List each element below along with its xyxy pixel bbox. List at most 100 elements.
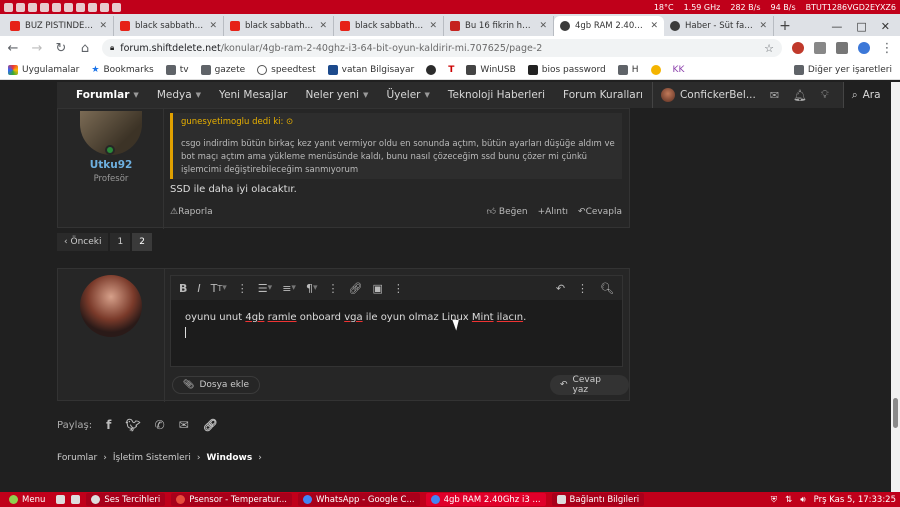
bookmark-item[interactable]: speedtest (257, 64, 316, 75)
panel-text-applet[interactable]: BTUT1286VGD2EYXZ6 (806, 3, 896, 12)
panel-launcher-icon[interactable] (4, 2, 13, 12)
bookmark-item[interactable]: KK (673, 65, 685, 75)
breadcrumb-item[interactable]: Forumlar (57, 453, 97, 463)
bookmark-item[interactable]: ★ Bookmarks (91, 65, 153, 75)
post-author[interactable]: Utku92 (58, 159, 164, 171)
terminal-icon[interactable] (71, 495, 81, 504)
scrollbar-thumb[interactable] (893, 398, 898, 428)
nav-neler-yeni[interactable]: Neler yeni ▼ (296, 82, 377, 108)
panel-launcher-icon[interactable] (28, 2, 37, 12)
browser-tab-active[interactable]: 4gb RAM 2.40Ghz ✕ (554, 16, 664, 36)
playlist-icon[interactable] (836, 42, 848, 54)
volume-icon[interactable]: 🔊︎ (800, 495, 805, 505)
report-button[interactable]: ⚠Raporla (170, 207, 213, 217)
breadcrumb-item[interactable]: İşletim Sistemleri (113, 453, 191, 463)
network-tray-icon[interactable]: ⇅ (785, 495, 792, 505)
close-window-icon[interactable]: ✕ (881, 20, 890, 33)
bell-icon[interactable]: 🔔︎ (793, 89, 807, 102)
minimize-icon[interactable]: — (831, 20, 842, 33)
bookmark-item[interactable] (650, 64, 661, 75)
profile-avatar[interactable] (858, 42, 870, 54)
browser-tab[interactable]: black sabbath lad ✕ (114, 16, 224, 36)
panel-launcher-icon[interactable] (64, 2, 73, 12)
image-icon[interactable]: ▣ (372, 282, 382, 295)
more-vertical-icon[interactable]: ⋮ (237, 282, 248, 295)
nav-forumlar[interactable]: Forumlar ▼ (67, 82, 148, 108)
new-tab-button[interactable]: + (774, 16, 796, 36)
breadcrumb-item[interactable]: Windows (206, 453, 252, 463)
browser-tab[interactable]: black sabbath the ✕ (334, 16, 444, 36)
lock-icon[interactable]: 🔒︎ (110, 43, 114, 53)
panel-launcher-icon[interactable] (52, 2, 61, 12)
inbox-icon[interactable]: ✉ (770, 89, 779, 102)
forward-icon[interactable]: → (30, 41, 44, 56)
bookmark-item[interactable]: T (448, 65, 454, 75)
search-button[interactable]: ⌕ Ara (842, 82, 881, 108)
paragraph-icon[interactable]: ¶ ▾ (306, 282, 318, 295)
net-up-applet[interactable]: 94 B/s (771, 3, 796, 12)
page-2-link[interactable]: 2 (132, 233, 152, 251)
panel-launcher-icon[interactable] (112, 2, 121, 12)
bookmark-item[interactable]: WinUSB (466, 64, 516, 75)
menu-dots-icon[interactable]: ⋮ (880, 41, 894, 56)
back-icon[interactable]: ← (6, 41, 20, 56)
close-icon[interactable]: ✕ (650, 21, 658, 31)
twitter-icon[interactable]: 🐦︎ (125, 418, 140, 432)
attach-file-button[interactable]: 📎︎ Dosya ekle (172, 376, 261, 394)
preview-icon[interactable]: 🔍︎ (600, 282, 614, 295)
more-vertical-icon[interactable]: ⋮ (577, 282, 588, 295)
close-icon[interactable]: ✕ (319, 21, 327, 31)
email-icon[interactable]: ✉ (179, 418, 189, 432)
more-vertical-icon[interactable]: ⋮ (393, 282, 404, 295)
home-icon[interactable]: ⌂ (78, 41, 92, 56)
close-icon[interactable]: ✕ (99, 21, 107, 31)
panel-launcher-icon[interactable] (16, 2, 25, 12)
nav-teknoloji-haberleri[interactable]: Teknoloji Haberleri (439, 82, 554, 108)
taskbar-window[interactable]: WhatsApp - Google C... (298, 493, 420, 506)
bookmark-item[interactable] (426, 64, 437, 75)
bookmark-item[interactable]: gazete (200, 64, 245, 75)
files-icon[interactable] (56, 495, 66, 504)
weather-applet[interactable]: 18°C (654, 3, 674, 12)
close-icon[interactable]: ✕ (429, 21, 437, 31)
bookmark-item[interactable]: H (617, 64, 639, 75)
close-icon[interactable]: ✕ (209, 21, 217, 31)
reload-icon[interactable]: ↻ (54, 41, 68, 56)
close-icon[interactable]: ✕ (759, 21, 767, 31)
chevron-down-icon[interactable]: ▼ (133, 91, 138, 99)
other-bookmarks[interactable]: Diğer yer işaretleri (793, 64, 892, 75)
quote-author[interactable]: gunesyetimoglu dedi ki: ⊙ (181, 117, 293, 127)
reply-editor[interactable]: B I T T ▾ ⋮ ☰ ▾ ≡ ▾ ¶ ▾ ⋮ 🔗︎ ▣ ⋮ ↶ ⋮ 🔍︎ oyunu… (170, 275, 623, 367)
start-menu-button[interactable]: Menu (4, 493, 50, 506)
browser-tab[interactable]: black sabbath me ✕ (224, 16, 334, 36)
close-icon[interactable]: ✕ (539, 21, 547, 31)
bookmark-item[interactable]: vatan Bilgisayar (327, 64, 414, 75)
quote-button[interactable]: +Alıntı (538, 207, 568, 217)
star-icon[interactable]: ☆ (764, 42, 774, 55)
align-icon[interactable]: ≡ ▾ (282, 282, 296, 295)
undo-icon[interactable]: ↶ (556, 282, 565, 295)
nav-medya[interactable]: Medya ▼ (148, 82, 210, 108)
taskbar-window[interactable]: Psensor - Temperatur... (171, 493, 293, 506)
net-down-applet[interactable]: 282 B/s (730, 3, 760, 12)
page-1-link[interactable]: 1 (110, 233, 131, 251)
chevron-down-icon[interactable]: ▼ (363, 91, 368, 99)
nav-yeni-mesajlar[interactable]: Yeni Mesajlar (210, 82, 296, 108)
link-icon[interactable]: 🔗︎ (348, 282, 362, 295)
bold-icon[interactable]: B (179, 282, 187, 295)
address-bar[interactable]: 🔒︎ forum.shiftdelete.net/konular/4gb-ram… (102, 39, 782, 57)
panel-launcher-icon[interactable] (88, 2, 97, 12)
clock[interactable]: Prş Kas 5, 17:33:25 (814, 495, 896, 505)
text-size-icon[interactable]: T T ▾ (211, 282, 227, 295)
italic-icon[interactable]: I (197, 282, 200, 295)
user-menu[interactable]: ConfickerBel... (651, 82, 756, 108)
nav-uyeler[interactable]: Üyeler ▼ (377, 82, 438, 108)
like-button[interactable]: 👍︎ Beğen (487, 207, 528, 217)
puzzle-icon[interactable] (814, 42, 826, 54)
taskbar-window[interactable]: Bağlantı Bilgileri (551, 493, 645, 506)
browser-tab[interactable]: Haber - Süt fabrik ✕ (664, 16, 774, 36)
facebook-icon[interactable]: f (106, 418, 111, 432)
prev-page-button[interactable]: ‹ Önceki (57, 233, 109, 251)
panel-launcher-icon[interactable] (76, 2, 85, 12)
panel-launcher-icon[interactable] (100, 2, 109, 12)
